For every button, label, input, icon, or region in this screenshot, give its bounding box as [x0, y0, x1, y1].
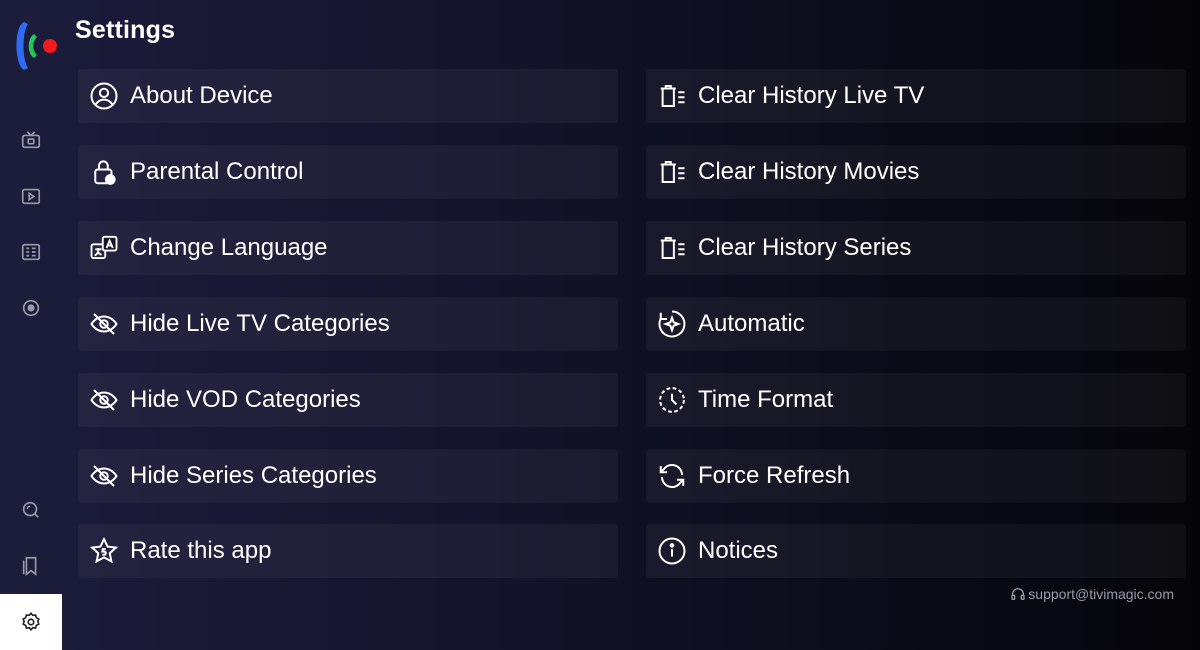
sidebar-item-favorites[interactable]	[0, 546, 62, 586]
sidebar-item-movies[interactable]	[0, 176, 62, 216]
user-circle-icon	[88, 80, 120, 112]
sidebar-item-live-tv[interactable]	[0, 120, 62, 160]
auto-sparkle-icon	[656, 308, 688, 340]
setting-notices[interactable]: Notices	[646, 524, 1186, 578]
sidebar-item-settings[interactable]	[0, 594, 62, 650]
record-icon	[22, 299, 40, 317]
eye-off-icon	[88, 460, 120, 492]
trash-list-icon	[656, 232, 688, 264]
setting-force-refresh[interactable]: Force Refresh	[646, 449, 1186, 503]
info-icon	[656, 535, 688, 567]
sidebar-item-record[interactable]	[0, 288, 62, 328]
setting-label: About Device	[130, 82, 273, 109]
setting-automatic[interactable]: Automatic	[646, 297, 1186, 351]
gear-icon	[22, 612, 40, 632]
setting-clear-history-series[interactable]: Clear History Series	[646, 221, 1186, 275]
sidebar-item-series[interactable]	[0, 232, 62, 272]
lock-icon	[88, 156, 120, 188]
setting-label: Hide VOD Categories	[130, 386, 361, 413]
setting-label: Parental Control	[130, 158, 304, 185]
support-email: support@tivimagic.com	[1028, 586, 1174, 602]
setting-clear-history-live-tv[interactable]: Clear History Live TV	[646, 69, 1186, 123]
setting-label: Force Refresh	[698, 462, 851, 489]
setting-label: Rate this app	[130, 537, 272, 564]
play-icon	[21, 188, 41, 205]
series-icon	[21, 243, 41, 261]
setting-hide-vod-categories[interactable]: Hide VOD Categories	[78, 373, 618, 427]
setting-change-language[interactable]: Change Language	[78, 221, 618, 275]
clock-icon	[656, 384, 688, 416]
trash-list-icon	[656, 80, 688, 112]
star-icon	[88, 535, 120, 567]
page-title: Settings	[75, 16, 176, 44]
setting-label: Clear History Movies	[698, 158, 920, 185]
setting-label: Clear History Live TV	[698, 82, 925, 109]
setting-hide-live-tv-categories[interactable]: Hide Live TV Categories	[78, 297, 618, 351]
setting-about-device[interactable]: About Device	[78, 69, 618, 123]
setting-hide-series-categories[interactable]: Hide Series Categories	[78, 449, 618, 503]
tv-icon	[21, 131, 41, 149]
app-logo	[12, 20, 60, 72]
bookmark-icon	[22, 556, 37, 576]
eye-off-icon	[88, 384, 120, 416]
setting-label: Notices	[698, 537, 779, 564]
sidebar-item-search[interactable]	[0, 490, 62, 530]
eye-off-icon	[88, 308, 120, 340]
trash-list-icon	[656, 156, 688, 188]
setting-label: Time Format	[698, 386, 834, 413]
setting-label: Clear History Series	[698, 234, 912, 261]
support-contact: support@tivimagic.com	[1010, 586, 1174, 602]
headset-icon	[1011, 588, 1025, 600]
setting-rate-this-app[interactable]: Rate this app	[78, 524, 618, 578]
setting-label: Automatic	[698, 310, 805, 337]
setting-label: Hide Series Categories	[130, 462, 377, 489]
search-icon	[22, 501, 39, 518]
setting-label: Hide Live TV Categories	[130, 310, 390, 337]
setting-clear-history-movies[interactable]: Clear History Movies	[646, 145, 1186, 199]
sidebar	[0, 0, 62, 650]
setting-label: Change Language	[130, 234, 328, 261]
language-icon	[88, 232, 120, 264]
setting-parental-control[interactable]: Parental Control	[78, 145, 618, 199]
setting-time-format[interactable]: Time Format	[646, 373, 1186, 427]
refresh-icon	[656, 460, 688, 492]
